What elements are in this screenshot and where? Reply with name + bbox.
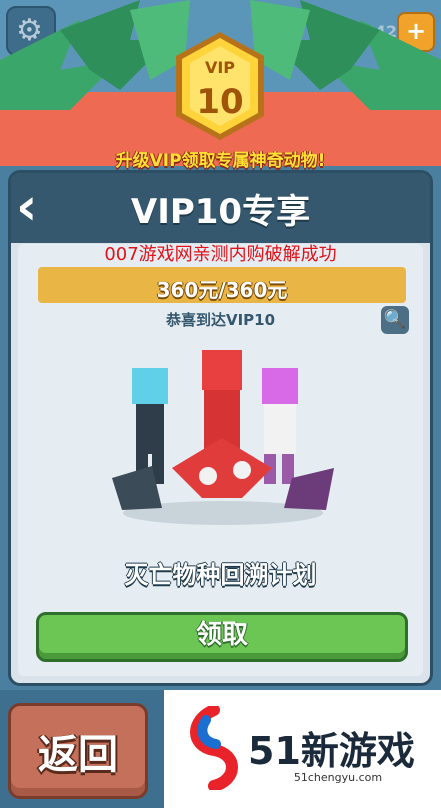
search-icon[interactable]: 🔍	[381, 306, 409, 334]
header-subtitle: 升级VIP领取专属神奇动物!	[115, 151, 326, 171]
price-progress-text: 360元/360元	[156, 278, 288, 302]
vip-reached-text: 恭喜到达VIP10	[165, 311, 276, 329]
site-logo-text: 51新游戏	[248, 729, 415, 773]
panel-title: VIP10专享	[130, 192, 311, 232]
vip-badge-level: 10	[196, 82, 244, 122]
watermark-text: 007游戏网亲测内购破解成功	[104, 244, 337, 265]
reward-name: 灭亡物种回溯计划	[124, 561, 317, 589]
vip-badge-label: VIP	[204, 58, 236, 77]
return-button-label[interactable]: 返回	[8, 722, 148, 780]
reward-creatures-image	[112, 350, 334, 525]
site-logo-icon	[190, 706, 238, 790]
site-logo-url: 51chengyu.com	[293, 771, 383, 784]
claim-button-label[interactable]: 领取	[36, 614, 408, 651]
